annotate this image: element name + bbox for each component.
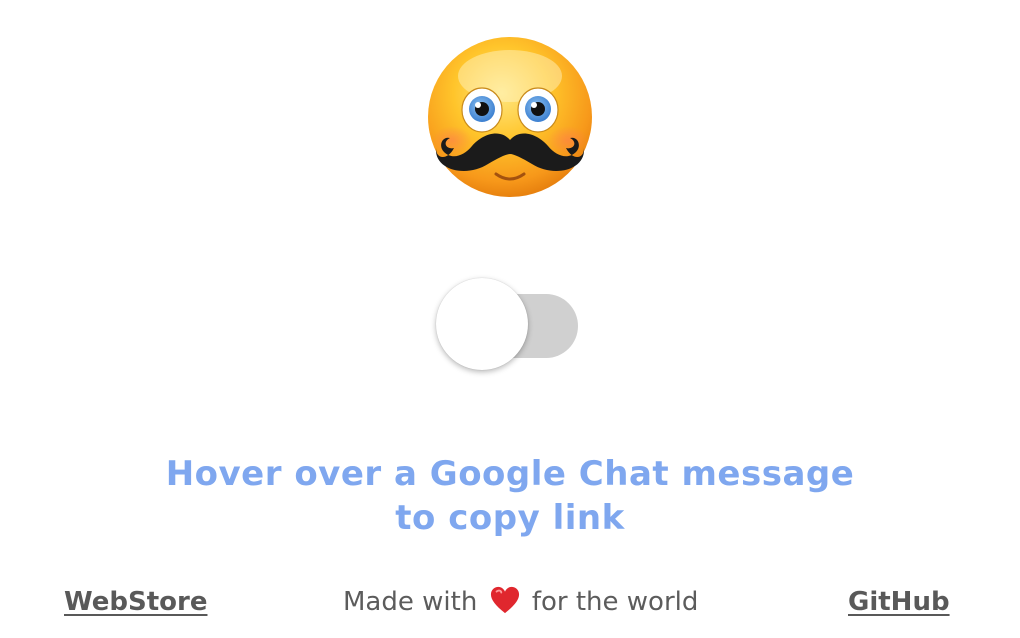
made-with-text: Made with for the world — [343, 585, 723, 619]
instruction-text: Hover over a Google Chat message to copy… — [0, 452, 1020, 540]
made-with-suffix: for the world — [531, 587, 699, 617]
popup-page: Hover over a Google Chat message to copy… — [0, 0, 1020, 638]
toggle-knob[interactable] — [436, 278, 528, 370]
github-link[interactable]: GitHub — [848, 585, 950, 619]
heart-icon — [490, 586, 519, 614]
copy-link-toggle[interactable] — [436, 278, 580, 372]
made-with-prefix: Made with — [343, 587, 478, 617]
instruction-line-2: to copy link — [395, 498, 625, 538]
instruction-line-1: Hover over a Google Chat message — [165, 454, 855, 494]
webstore-link[interactable]: WebStore — [64, 585, 207, 619]
mustache-emoji-icon — [428, 37, 592, 197]
